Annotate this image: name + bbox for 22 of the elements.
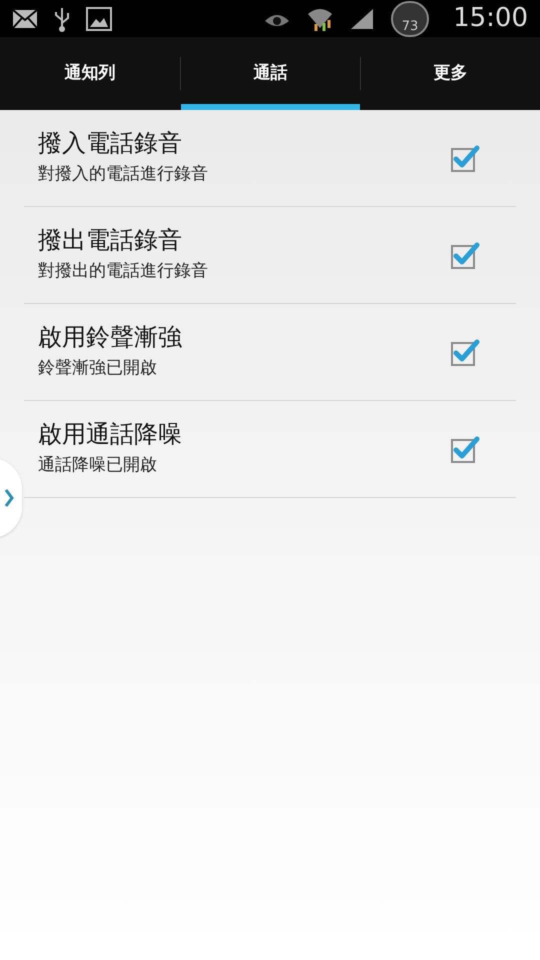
setting-summary: 通話降噪已開啟: [38, 454, 158, 478]
clock-time: 15:00: [453, 2, 528, 35]
checkbox[interactable]: [450, 240, 480, 270]
mail-icon: [12, 8, 38, 28]
gauge-icon: 73: [391, 0, 430, 36]
setting-title: 啟用鈴聲漸強: [38, 322, 183, 352]
checkbox[interactable]: [450, 434, 480, 464]
tab[interactable]: 通知列: [0, 37, 180, 110]
setting-title: 啟用通話降噪: [38, 419, 183, 450]
setting-summary: 鈴聲漸強已開啟: [38, 357, 158, 380]
setting-title: 撥出電話錄音: [38, 225, 183, 256]
image-icon: [86, 6, 112, 30]
setting-title: 撥入電話錄音: [38, 128, 183, 158]
usb-icon: [54, 6, 70, 32]
checkbox[interactable]: [450, 143, 480, 173]
setting-summary: 對撥出的電話進行錄音: [38, 260, 209, 284]
checkbox[interactable]: [450, 337, 480, 367]
chevron-right-icon: [4, 488, 14, 508]
tab[interactable]: 更多: [361, 37, 540, 110]
tab[interactable]: 通話: [181, 37, 360, 110]
signal-icon: [349, 6, 376, 30]
setting-summary: 對撥入的電話進行錄音: [38, 163, 209, 186]
